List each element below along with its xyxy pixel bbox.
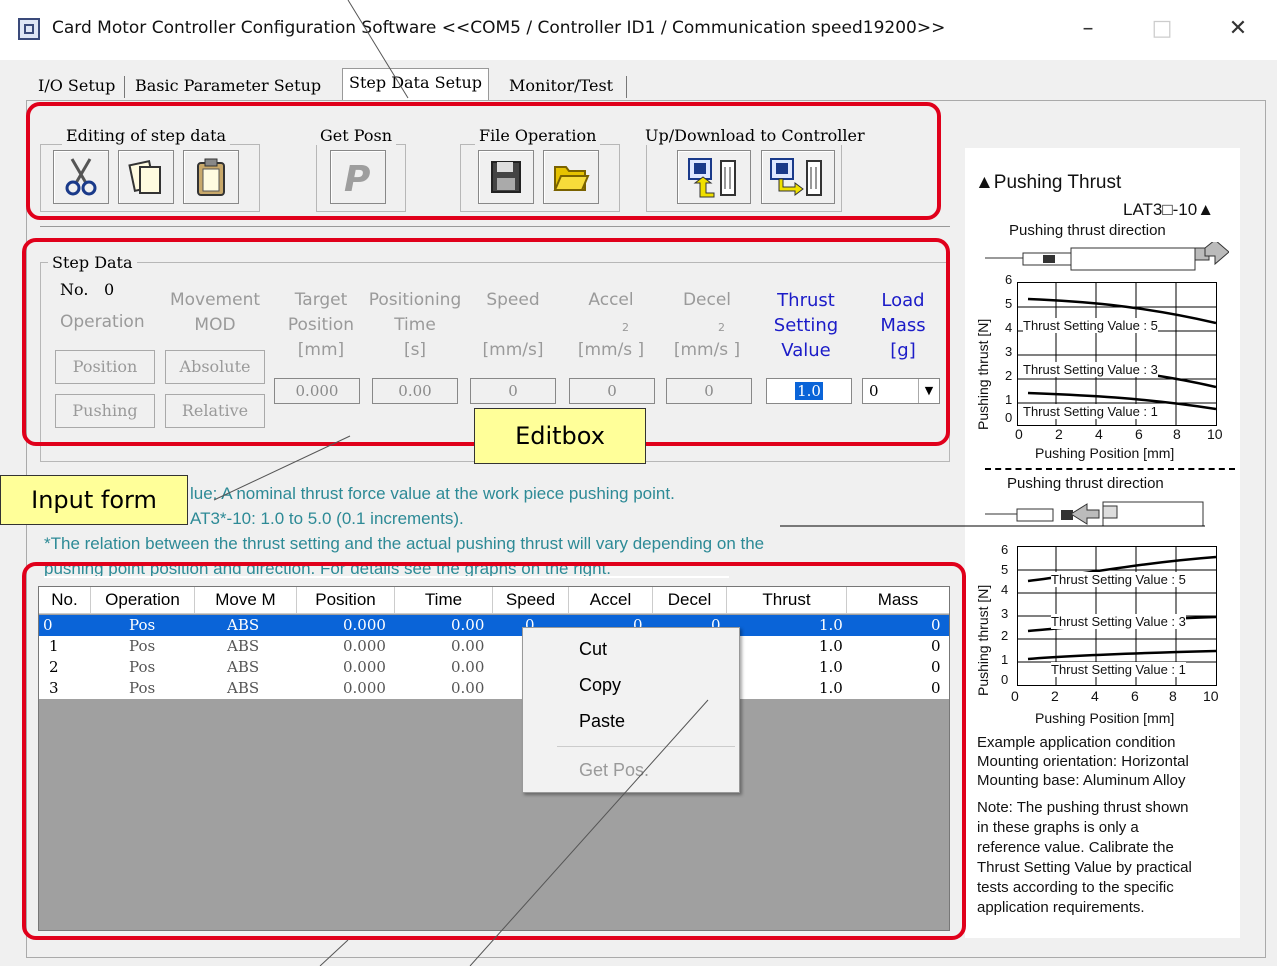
application-window: Card Motor Controller Configuration Soft… xyxy=(0,0,1277,966)
annotation-lines xyxy=(213,0,1205,966)
